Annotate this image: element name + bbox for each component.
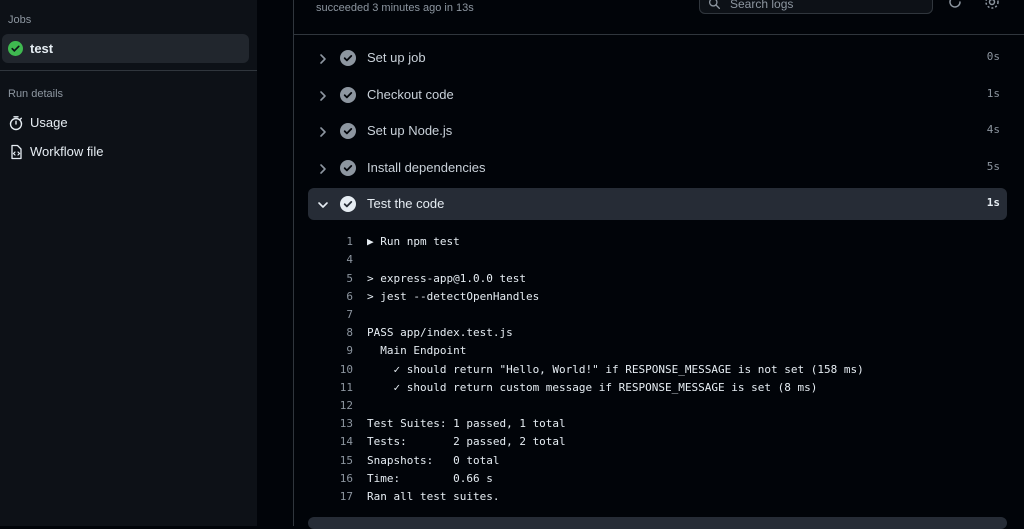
- check-circle-icon: [340, 50, 356, 66]
- step-duration: 5s: [986, 160, 1000, 173]
- step-name: Set up Node.js: [367, 123, 453, 138]
- line-number: 17: [339, 490, 353, 503]
- chevron-right-icon: [317, 89, 329, 107]
- step-name: Test the code: [367, 196, 445, 211]
- step-duration: 1s: [986, 87, 1000, 100]
- log-line[interactable]: 12: [294, 397, 1024, 415]
- log-line[interactable]: 11 ✓ should return custom message if RES…: [294, 379, 1024, 397]
- step-duration: 1s: [986, 196, 1000, 209]
- log-line[interactable]: 1 ▶ Run npm test: [294, 233, 1024, 251]
- step-duration: 4s: [986, 123, 1000, 136]
- search-placeholder: Search logs: [730, 0, 794, 11]
- line-number: 13: [339, 417, 353, 430]
- log-text: Test Suites: 1 passed, 1 total: [367, 417, 566, 430]
- line-number: 11: [339, 381, 353, 394]
- stopwatch-icon: [8, 115, 24, 131]
- log-line[interactable]: 13 Test Suites: 1 passed, 1 total: [294, 415, 1024, 433]
- step-test-the-code[interactable]: Test the code 1s: [308, 188, 1007, 220]
- log-text: Tests: 2 passed, 2 total: [367, 435, 566, 448]
- line-number: 7: [346, 308, 353, 321]
- line-number: 1: [346, 235, 353, 248]
- log-text: Ran all test suites.: [367, 490, 500, 503]
- chevron-right-icon: [317, 52, 329, 70]
- step-name: Install dependencies: [367, 160, 486, 175]
- line-number: 15: [339, 454, 353, 467]
- log-line[interactable]: 7: [294, 306, 1024, 324]
- log-text: Time: 0.66 s: [367, 472, 493, 485]
- line-number: 4: [346, 253, 353, 266]
- line-number: 6: [346, 290, 353, 303]
- step-name: Set up job: [367, 50, 426, 65]
- line-number: 9: [346, 344, 353, 357]
- file-code-icon: [8, 144, 24, 160]
- check-circle-icon: [340, 196, 356, 212]
- log-text: ✓ should return custom message if RESPON…: [367, 381, 818, 394]
- log-line[interactable]: 6 > jest --detectOpenHandles: [294, 288, 1024, 306]
- sidebar-item-usage[interactable]: Usage: [8, 113, 248, 133]
- gear-icon[interactable]: [984, 0, 1000, 10]
- refresh-icon[interactable]: [947, 0, 963, 10]
- sidebar-item-workflow-file[interactable]: Workflow file: [8, 142, 248, 162]
- check-circle-icon: [340, 160, 356, 176]
- line-number: 12: [339, 399, 353, 412]
- run-details-heading: Run details: [8, 88, 64, 100]
- log-line[interactable]: 14 Tests: 2 passed, 2 total: [294, 433, 1024, 451]
- step-name: Checkout code: [367, 87, 454, 102]
- log-line[interactable]: 5 > express-app@1.0.0 test: [294, 270, 1024, 288]
- log-text: ✓ should return "Hello, World!" if RESPO…: [367, 363, 864, 376]
- line-number: 16: [339, 472, 353, 485]
- log-text: Snapshots: 0 total: [367, 454, 500, 467]
- log-line[interactable]: 17 Ran all test suites.: [294, 488, 1024, 506]
- sidebar-item-label: Usage: [30, 115, 68, 130]
- line-number: 10: [339, 363, 353, 376]
- line-number: 5: [346, 272, 353, 285]
- chevron-down-icon: [317, 198, 329, 216]
- sidebar-divider: [0, 70, 257, 71]
- log-text: Main Endpoint: [367, 344, 467, 357]
- check-circle-icon: [340, 123, 356, 139]
- log-text: > jest --detectOpenHandles: [367, 290, 540, 303]
- log-line[interactable]: 15 Snapshots: 0 total: [294, 452, 1024, 470]
- step-set-up-nodejs[interactable]: Set up Node.js 4s: [308, 115, 1007, 147]
- check-circle-icon: [340, 87, 356, 103]
- step-install-dependencies[interactable]: Install dependencies 5s: [308, 152, 1007, 184]
- job-item-test[interactable]: test: [2, 34, 249, 63]
- chevron-right-icon: [317, 125, 329, 143]
- log-text: > express-app@1.0.0 test: [367, 272, 526, 285]
- jobs-heading: Jobs: [8, 14, 32, 26]
- log-line[interactable]: 8 PASS app/index.test.js: [294, 324, 1024, 342]
- sidebar: Jobs test Run details Usage Workflow fil…: [0, 0, 257, 526]
- step-checkout-code[interactable]: Checkout code 1s: [308, 79, 1007, 111]
- next-step-row[interactable]: [308, 517, 1007, 529]
- log-text: PASS app/index.test.js: [367, 326, 513, 339]
- job-label: test: [30, 41, 54, 56]
- log-text: ▶ Run npm test: [367, 235, 460, 248]
- line-number: 14: [339, 435, 353, 448]
- header-divider: [294, 34, 1024, 35]
- log-line[interactable]: 10 ✓ should return "Hello, World!" if RE…: [294, 361, 1024, 379]
- check-circle-icon: [8, 41, 23, 56]
- search-icon: [708, 0, 721, 15]
- log-line[interactable]: 4: [294, 251, 1024, 269]
- sidebar-item-label: Workflow file: [30, 144, 104, 159]
- run-status-text: succeeded 3 minutes ago in 13s: [316, 2, 474, 14]
- line-number: 8: [346, 326, 353, 339]
- chevron-right-icon: [317, 162, 329, 180]
- job-log-panel: succeeded 3 minutes ago in 13s Search lo…: [294, 0, 1024, 529]
- step-duration: 0s: [986, 50, 1000, 63]
- log-line[interactable]: 9 Main Endpoint: [294, 342, 1024, 360]
- search-logs-input[interactable]: Search logs: [699, 0, 933, 14]
- log-line[interactable]: 16 Time: 0.66 s: [294, 470, 1024, 488]
- step-set-up-job[interactable]: Set up job 0s: [308, 42, 1007, 74]
